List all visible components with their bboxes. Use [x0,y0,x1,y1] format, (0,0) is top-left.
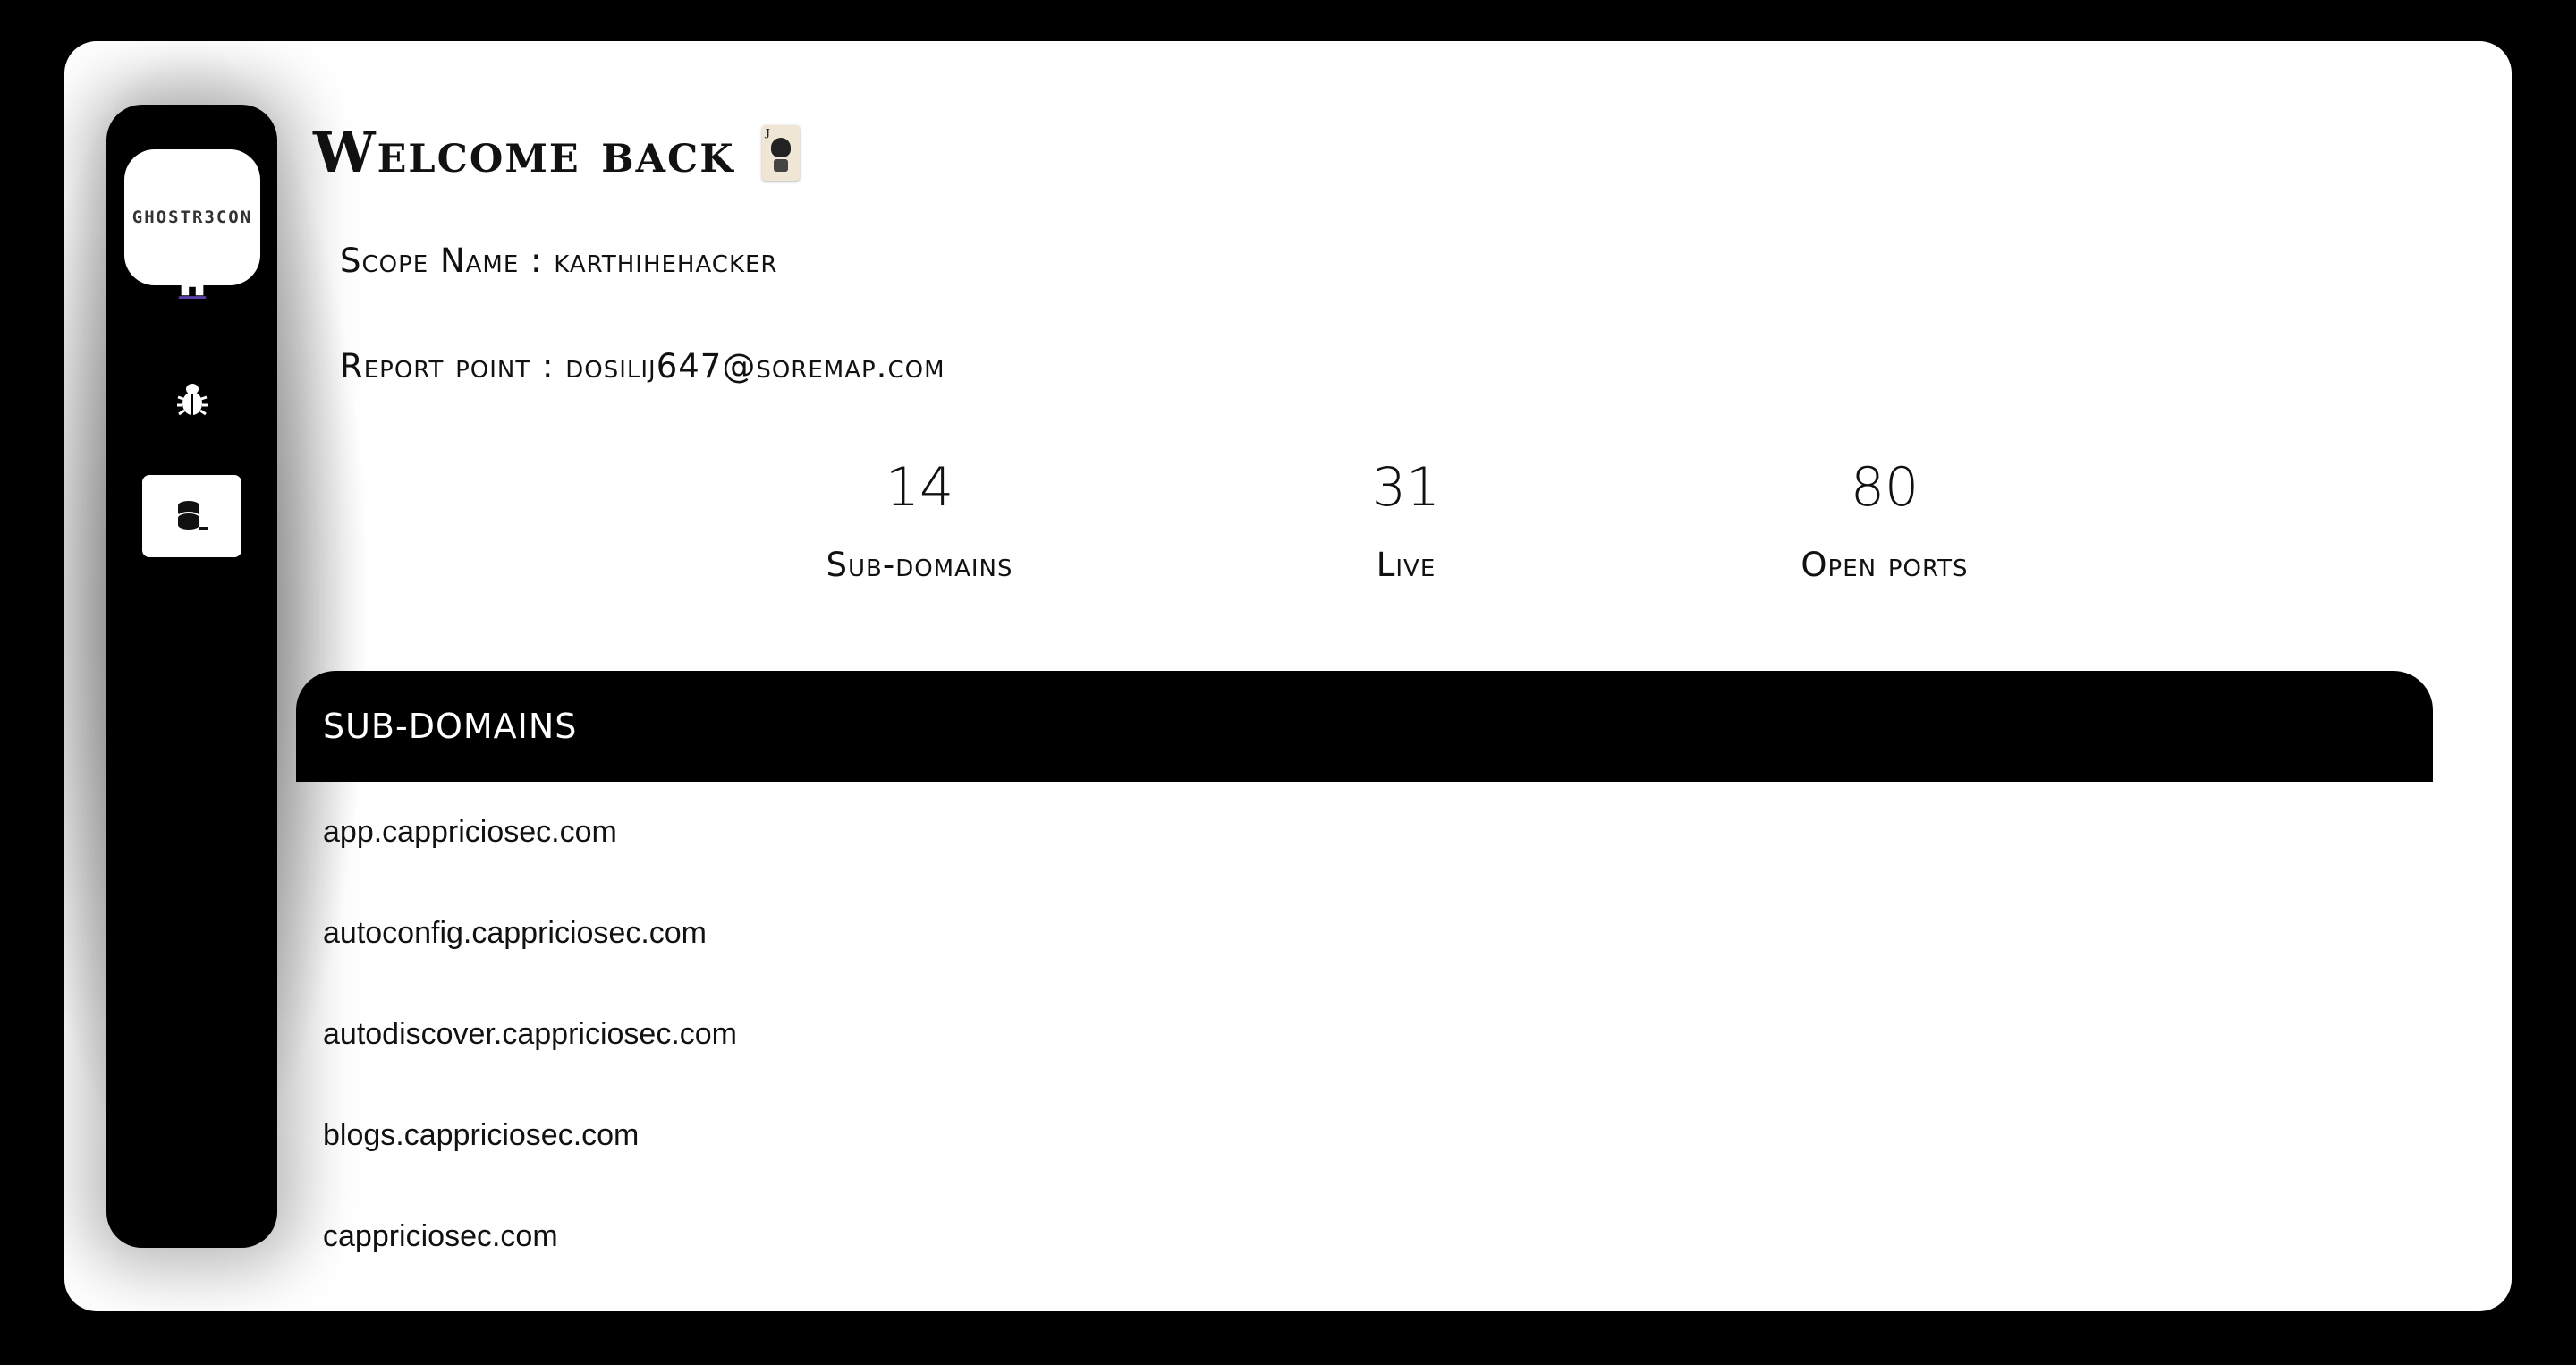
sidebar-item-database[interactable] [142,475,242,557]
stat-value: 31 [1371,456,1441,519]
sidebar-item-bugs[interactable] [142,358,242,440]
stat-open-ports: 80 Open ports [1750,456,2019,584]
sidebar-item-home[interactable] [142,241,242,323]
report-point: Report point : dosilij647@soremap.com [340,347,945,386]
welcome-text: Welcome back [313,120,735,185]
main-panel: GHOSTR3CON Welcome back J Scope Name: k… [64,41,2512,1311]
stat-label: Open ports [1801,546,1969,584]
table-row[interactable]: autodiscover.cappriciosec.com [296,984,2433,1085]
joker-card-icon: J [761,124,800,181]
table-header: SUB-DOMAINS [296,671,2433,782]
table-row[interactable]: blogs.cappriciosec.com [296,1085,2433,1186]
scope-name: Scope Name : karthihehacker [340,242,778,280]
stat-label: Live [1376,546,1436,584]
stat-subdomains: 14 Sub-domains [785,456,1054,584]
stat-value: 14 [885,456,954,519]
home-icon [175,265,209,299]
stat-value: 80 [1850,456,1919,519]
table-row[interactable]: autoconfig.cappriciosec.com [296,883,2433,984]
stat-live: 31 Live [1272,456,1540,584]
bug-icon [176,381,208,417]
table-row[interactable]: cappriciosec.com [296,1186,2433,1287]
sidebar: GHOSTR3CON [106,105,277,1248]
page-title: Welcome back J [313,120,800,185]
table-row[interactable]: app.cappriciosec.com [296,782,2433,883]
logo-text: GHOSTR3CON [131,208,253,227]
stat-label: Sub-domains [826,546,1013,584]
database-icon [174,498,210,534]
subdomains-table: SUB-DOMAINS app.cappriciosec.com autocon… [296,671,2433,1287]
